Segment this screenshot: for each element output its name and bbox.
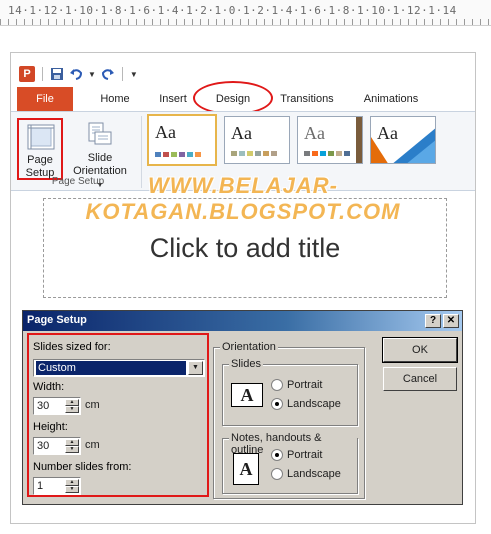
number-slides-from-spinner[interactable]: 1 ▲ ▼	[33, 477, 81, 495]
width-unit: cm	[85, 399, 100, 411]
help-button[interactable]: ?	[425, 314, 441, 328]
height-unit: cm	[85, 439, 100, 451]
tab-home[interactable]: Home	[85, 87, 145, 111]
spin-up-icon[interactable]: ▲	[65, 479, 79, 486]
page-setup-button[interactable]: Page Setup	[17, 118, 63, 180]
theme-swatches	[304, 151, 350, 156]
orientation-group: Orientation Slides A Portrait Landscape …	[213, 341, 365, 499]
spin-down-icon[interactable]: ▼	[65, 446, 79, 453]
notes-landscape-radio[interactable]: Landscape	[271, 468, 341, 480]
page-setup-icon	[27, 124, 55, 150]
themes-gallery: Aa Aa Aa Aa	[147, 114, 436, 166]
slides-orientation-group: Slides A Portrait Landscape	[222, 358, 358, 426]
height-label: Height:	[33, 421, 68, 433]
height-spin-buttons: ▲ ▼	[65, 439, 79, 453]
slide-orientation-label-line1: Slide	[87, 152, 113, 164]
theme-sample-text: Aa	[231, 123, 252, 143]
radio-dot	[271, 379, 283, 391]
slides-sized-for-value: Custom	[36, 361, 186, 375]
close-button[interactable]: ✕	[443, 314, 459, 328]
dialog-titlebar[interactable]: Page Setup ? ✕	[23, 311, 462, 331]
redo-icon[interactable]	[101, 67, 115, 81]
slide-orientation-icon	[88, 122, 112, 145]
cancel-button[interactable]: Cancel	[383, 367, 457, 391]
height-spinner[interactable]: 30 ▲ ▼	[33, 437, 81, 455]
slide-orientation-button[interactable]: Slide Orientation ▼	[69, 118, 131, 189]
width-spinner[interactable]: 30 ▲ ▼	[33, 397, 81, 415]
number-slides-from-label: Number slides from:	[33, 461, 132, 473]
theme-sample-text: Aa	[155, 122, 176, 142]
landscape-page-icon: A	[231, 383, 263, 407]
tab-file[interactable]: File	[17, 87, 73, 111]
radio-dot-selected	[271, 398, 283, 410]
theme-apex[interactable]: Aa	[370, 116, 436, 164]
page-setup-dialog: Page Setup ? ✕ Slides sized for: Custom …	[22, 310, 463, 505]
slides-group-label: Slides	[229, 358, 263, 370]
theme-office[interactable]: Aa	[147, 114, 217, 166]
theme-adjacency[interactable]: Aa	[224, 116, 290, 164]
slides-sized-for-select[interactable]: Custom ▼	[33, 359, 205, 377]
undo-icon[interactable]	[69, 67, 83, 81]
radio-dot	[271, 468, 283, 480]
number-spin-buttons: ▲ ▼	[65, 479, 79, 493]
portrait-page-icon: A	[233, 453, 259, 485]
tab-animations[interactable]: Animations	[351, 87, 431, 111]
orientation-label: Orientation	[220, 341, 278, 353]
theme-sample-text: Aa	[377, 123, 398, 143]
notes-orientation-group: Notes, handouts & outline A Portrait Lan…	[222, 432, 358, 494]
width-label: Width:	[33, 381, 65, 393]
design-tab-highlight	[193, 81, 273, 115]
customize-qat-icon[interactable]: ▼	[130, 70, 138, 79]
theme-sample-text: Aa	[304, 123, 325, 143]
slides-sized-for-label: Slides sized for:	[33, 341, 111, 353]
height-value: 30	[37, 440, 50, 452]
ok-button[interactable]: OK	[382, 337, 458, 363]
width-spin-buttons: ▲ ▼	[65, 399, 79, 413]
spin-up-icon[interactable]: ▲	[65, 439, 79, 446]
save-icon[interactable]	[50, 67, 64, 81]
horizontal-ruler: 14·1·12·1·10·1·8·1·6·1·4·1·2·1·0·1·2·1·4…	[0, 0, 491, 26]
slides-landscape-radio[interactable]: Landscape	[271, 398, 341, 410]
undo-dropdown-icon[interactable]: ▼	[88, 70, 96, 79]
width-value: 30	[37, 400, 50, 412]
page-setup-label-line1: Page	[27, 154, 53, 166]
dialog-title: Page Setup	[27, 314, 87, 326]
radio-dot-selected	[271, 449, 283, 461]
ruler-ticks	[0, 19, 491, 25]
qat-separator	[42, 67, 43, 81]
slides-landscape-label: Landscape	[287, 398, 341, 410]
powerpoint-logo-icon[interactable]: P	[19, 66, 35, 82]
notes-portrait-label: Portrait	[287, 449, 323, 461]
spin-down-icon[interactable]: ▼	[65, 486, 79, 493]
slide-size-panel: Slides sized for: Custom ▼ Width: 30 ▲ ▼ …	[27, 333, 209, 497]
slides-portrait-radio[interactable]: Portrait	[271, 379, 322, 391]
qat-separator	[121, 67, 123, 81]
tab-transitions[interactable]: Transitions	[267, 87, 347, 111]
number-slides-from-value: 1	[37, 480, 44, 492]
theme-accent-bar	[356, 117, 362, 163]
ribbon-tabs: File Home Insert Design Transitions Anim…	[17, 81, 477, 115]
notes-landscape-label: Landscape	[287, 468, 341, 480]
ruler-labels: 14·1·12·1·10·1·8·1·6·1·4·1·2·1·0·1·2·1·4…	[8, 4, 457, 17]
spin-up-icon[interactable]: ▲	[65, 399, 79, 406]
slides-portrait-label: Portrait	[287, 379, 323, 391]
theme-swatches	[231, 151, 277, 156]
spin-down-icon[interactable]: ▼	[65, 406, 79, 413]
theme-angles[interactable]: Aa	[297, 116, 363, 164]
chevron-down-icon[interactable]: ▼	[188, 361, 203, 375]
theme-swatches	[155, 152, 201, 157]
slide-title-text: Click to add title	[149, 233, 341, 263]
watermark-text: WWW.BELAJAR-KOTAGAN.BLOGSPOT.COM	[85, 173, 401, 224]
quick-access-toolbar: P ▼ ▼	[19, 65, 138, 83]
notes-portrait-radio[interactable]: Portrait	[271, 449, 322, 461]
